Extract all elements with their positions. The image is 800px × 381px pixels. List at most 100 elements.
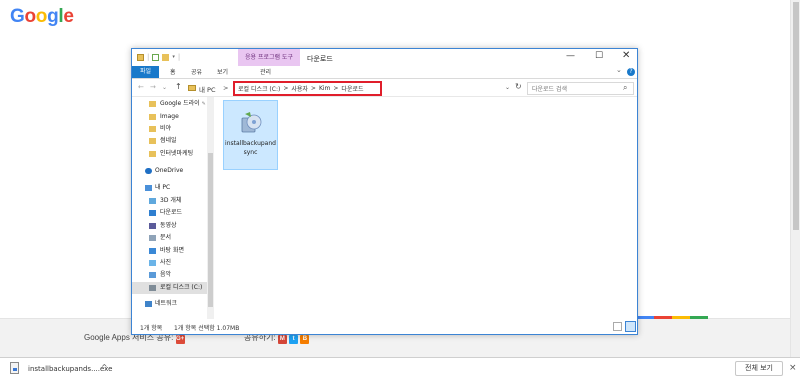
gmail-share-icon[interactable]: M <box>277 335 287 344</box>
nav-item-desktop[interactable]: 바탕 화면 <box>132 245 207 257</box>
page-scrollbar-thumb[interactable] <box>793 2 799 230</box>
forward-arrow-icon[interactable]: → <box>150 83 156 91</box>
tab-share[interactable]: 공유 <box>191 67 202 76</box>
navigation-pane: Google 드라이 ✎ Image 비야 썸네일 인터넷마케팅 OneDrive… <box>132 97 207 319</box>
chevron-down-icon[interactable]: ▾ <box>172 54 175 60</box>
breadcrumb-downloads[interactable]: 다운로드 <box>341 84 363 93</box>
3d-objects-icon <box>149 198 156 204</box>
nav-item-label: OneDrive <box>155 167 184 174</box>
drive-icon <box>149 285 156 291</box>
minimize-icon[interactable]: — <box>566 51 575 61</box>
tab-manage[interactable]: 관리 <box>260 67 271 76</box>
tab-file[interactable]: 파일 <box>132 66 159 78</box>
blogger-share-icon[interactable]: B <box>300 335 310 344</box>
nav-item-thumbnail[interactable]: 썸네일 <box>132 135 207 147</box>
address-row: ← → ⌄ ↑ 내 PC > 로컬 디스크 (C:) > 사용자 > Kim >… <box>132 80 637 97</box>
download-bar <box>0 357 800 381</box>
breadcrumb-local-disk[interactable]: 로컬 디스크 (C:) <box>238 84 280 93</box>
search-icon[interactable]: ⌕ <box>623 83 627 93</box>
download-filename[interactable]: installbackupands....exe <box>28 365 112 373</box>
chevron-up-icon[interactable]: ^ <box>101 363 108 372</box>
logo-letter: G <box>10 6 25 27</box>
downloads-icon <box>149 210 156 216</box>
breadcrumb-separator[interactable]: > <box>333 85 338 92</box>
download-file-icon[interactable] <box>10 362 19 374</box>
nav-item-label: 음악 <box>160 271 172 278</box>
folder-icon <box>149 151 156 157</box>
nav-item-network[interactable]: 네트워크 <box>132 298 207 310</box>
nav-item-onedrive[interactable]: OneDrive <box>132 165 207 177</box>
computer-icon <box>145 185 152 191</box>
tab-home[interactable]: 홈 <box>170 67 176 76</box>
up-arrow-icon[interactable]: ↑ <box>175 82 182 91</box>
nav-item-videos[interactable]: 동영상 <box>132 220 207 232</box>
title-bar[interactable]: | ▾ | 응용 프로그램 도구 다운로드 — ☐ ✕ <box>132 49 637 66</box>
twitter-share-icon[interactable]: t <box>289 335 299 344</box>
large-icons-view-icon[interactable] <box>625 321 636 332</box>
quick-access-toolbar: | ▾ | <box>137 53 180 61</box>
nav-item-pictures[interactable]: 사진 <box>132 257 207 269</box>
pin-icon[interactable]: ✎ <box>202 101 206 107</box>
nav-item-biya[interactable]: 비야 <box>132 123 207 135</box>
music-icon <box>149 272 156 278</box>
nav-item-label: 문서 <box>160 234 172 241</box>
network-icon <box>145 301 152 307</box>
nav-item-documents[interactable]: 문서 <box>132 232 207 244</box>
cloud-icon <box>145 168 152 174</box>
properties-icon[interactable] <box>152 53 160 61</box>
nav-item-internet-marketing[interactable]: 인터넷마케팅 <box>132 148 207 160</box>
application-tools-context-tab[interactable]: 응용 프로그램 도구 <box>238 49 300 66</box>
close-icon[interactable]: × <box>789 363 797 373</box>
nav-pane-scrollbar-thumb[interactable] <box>208 153 213 307</box>
new-folder-icon[interactable] <box>162 53 170 61</box>
nav-item-image[interactable]: Image <box>132 111 207 123</box>
google-color-bar <box>636 316 708 319</box>
nav-item-label: 비야 <box>160 125 172 132</box>
tab-view[interactable]: 보기 <box>217 67 228 76</box>
file-name: installbackupandsync <box>225 140 276 156</box>
nav-item-label: 동영상 <box>160 222 177 229</box>
search-input[interactable] <box>532 84 620 94</box>
breadcrumb-separator[interactable]: > <box>223 84 228 92</box>
breadcrumb-separator[interactable]: > <box>283 85 288 92</box>
back-arrow-icon[interactable]: ← <box>138 83 144 91</box>
nav-item-label: 내 PC <box>155 184 171 191</box>
show-all-downloads-button[interactable]: 전체 보기 <box>735 361 783 376</box>
recent-locations-icon[interactable]: ⌄ <box>162 84 167 91</box>
nav-item-local-disk[interactable]: 로컬 디스크 (C:) <box>132 282 207 294</box>
refresh-icon[interactable]: ↻ <box>515 82 522 91</box>
nav-item-this-pc[interactable]: 내 PC <box>132 182 207 194</box>
ribbon-tabs: 파일 홈 공유 보기 관리 ⌄ ? <box>132 66 637 79</box>
nav-item-label: 3D 개체 <box>160 197 182 204</box>
pictures-icon <box>149 260 156 266</box>
nav-item-music[interactable]: 음악 <box>132 269 207 281</box>
file-item[interactable]: installbackupandsync <box>223 100 278 170</box>
logo-letter: g <box>47 6 59 27</box>
breadcrumb-this-pc[interactable]: 내 PC <box>199 84 216 94</box>
address-path-highlight[interactable]: 로컬 디스크 (C:) > 사용자 > Kim > 다운로드 <box>233 81 382 96</box>
desktop-icon <box>149 248 156 254</box>
google-logo[interactable]: Google <box>10 6 74 28</box>
nav-item-google-drive[interactable]: Google 드라이 ✎ <box>132 98 207 110</box>
address-dropdown-icon[interactable]: ⌄ <box>505 84 510 91</box>
folder-icon <box>149 138 156 144</box>
maximize-icon[interactable]: ☐ <box>595 51 603 61</box>
nav-item-3d-objects[interactable]: 3D 개체 <box>132 195 207 207</box>
nav-item-label: 바탕 화면 <box>160 247 184 254</box>
nav-item-label: 인터넷마케팅 <box>160 150 194 157</box>
expand-ribbon-icon[interactable]: ⌄ <box>616 66 622 74</box>
breadcrumb-users[interactable]: 사용자 <box>291 84 308 93</box>
google-plus-share-icon[interactable]: G+ <box>175 335 185 344</box>
details-view-icon[interactable] <box>613 322 622 331</box>
nav-pane-scrollbar[interactable] <box>207 97 214 319</box>
nav-item-downloads[interactable]: 다운로드 <box>132 207 207 219</box>
help-icon[interactable]: ? <box>627 68 635 76</box>
breadcrumb-separator[interactable]: > <box>311 85 316 92</box>
folder-icon <box>149 114 156 120</box>
breadcrumb-kim[interactable]: Kim <box>319 85 330 92</box>
page-scrollbar[interactable] <box>790 0 800 357</box>
close-window-icon[interactable]: ✕ <box>622 50 630 61</box>
folder-icon <box>149 101 156 107</box>
installer-icon <box>241 112 262 133</box>
search-box[interactable]: ⌕ <box>527 82 634 95</box>
